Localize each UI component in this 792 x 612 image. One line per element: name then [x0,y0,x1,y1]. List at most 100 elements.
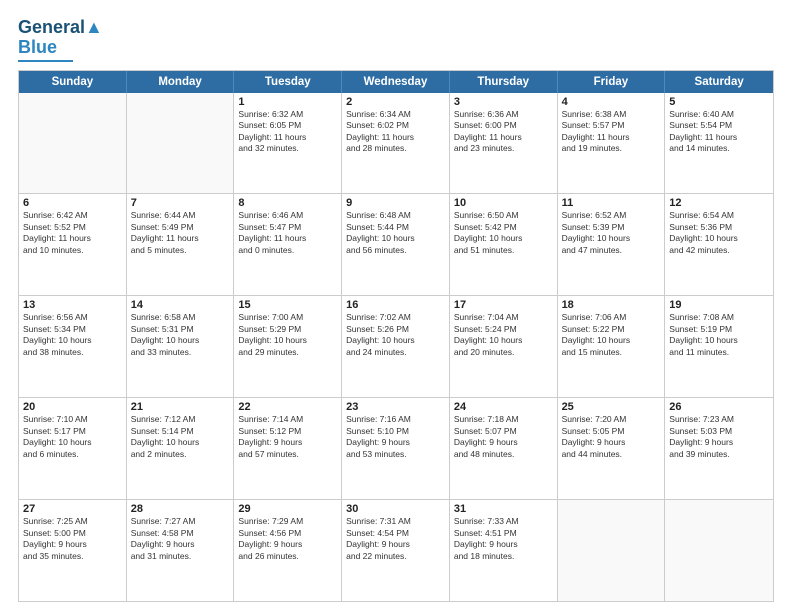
cell-text: Sunset: 5:05 PM [562,426,661,437]
cell-text: and 35 minutes. [23,551,122,562]
cell-text: and 33 minutes. [131,347,230,358]
calendar-cell: 21Sunrise: 7:12 AMSunset: 5:14 PMDayligh… [127,398,235,499]
weekday-header-sunday: Sunday [19,71,127,93]
day-number: 24 [454,401,553,413]
cell-text: and 10 minutes. [23,245,122,256]
cell-text: Daylight: 9 hours [346,437,445,448]
cell-text: and 5 minutes. [131,245,230,256]
day-number: 3 [454,96,553,108]
calendar-cell: 19Sunrise: 7:08 AMSunset: 5:19 PMDayligh… [665,296,773,397]
header: General▲ Blue [18,18,774,62]
cell-text: and 26 minutes. [238,551,337,562]
calendar-cell: 23Sunrise: 7:16 AMSunset: 5:10 PMDayligh… [342,398,450,499]
calendar-cell: 24Sunrise: 7:18 AMSunset: 5:07 PMDayligh… [450,398,558,499]
cell-text: and 51 minutes. [454,245,553,256]
cell-text: and 15 minutes. [562,347,661,358]
cell-text: Sunrise: 7:00 AM [238,312,337,323]
calendar-cell: 4Sunrise: 6:38 AMSunset: 5:57 PMDaylight… [558,93,666,194]
calendar-cell: 2Sunrise: 6:34 AMSunset: 6:02 PMDaylight… [342,93,450,194]
cell-text: Daylight: 10 hours [669,335,769,346]
cell-text: Sunset: 5:54 PM [669,120,769,131]
day-number: 19 [669,299,769,311]
page: General▲ Blue SundayMondayTuesdayWednesd… [0,0,792,612]
cell-text: and 2 minutes. [131,449,230,460]
calendar-row-0: 1Sunrise: 6:32 AMSunset: 6:05 PMDaylight… [19,93,773,194]
cell-text: Sunset: 5:52 PM [23,222,122,233]
day-number: 28 [131,503,230,515]
cell-text: Sunrise: 6:42 AM [23,210,122,221]
cell-text: Sunset: 5:57 PM [562,120,661,131]
cell-text: Sunset: 5:47 PM [238,222,337,233]
cell-text: Daylight: 10 hours [669,233,769,244]
cell-text: Sunrise: 7:10 AM [23,414,122,425]
cell-text: Sunset: 5:34 PM [23,324,122,335]
day-number: 15 [238,299,337,311]
calendar-cell [558,500,666,601]
calendar-cell: 31Sunrise: 7:33 AMSunset: 4:51 PMDayligh… [450,500,558,601]
cell-text: Sunset: 5:22 PM [562,324,661,335]
cell-text: Sunset: 6:02 PM [346,120,445,131]
cell-text: Sunset: 5:36 PM [669,222,769,233]
calendar-row-1: 6Sunrise: 6:42 AMSunset: 5:52 PMDaylight… [19,193,773,295]
cell-text: Sunset: 5:14 PM [131,426,230,437]
calendar-cell: 12Sunrise: 6:54 AMSunset: 5:36 PMDayligh… [665,194,773,295]
cell-text: Daylight: 10 hours [238,335,337,346]
cell-text: Daylight: 11 hours [238,233,337,244]
cell-text: Sunset: 6:00 PM [454,120,553,131]
cell-text: Sunrise: 6:58 AM [131,312,230,323]
cell-text: Sunrise: 7:06 AM [562,312,661,323]
weekday-header-thursday: Thursday [450,71,558,93]
day-number: 29 [238,503,337,515]
cell-text: Sunset: 5:19 PM [669,324,769,335]
day-number: 9 [346,197,445,209]
day-number: 17 [454,299,553,311]
cell-text: Sunrise: 7:08 AM [669,312,769,323]
cell-text: Sunset: 4:51 PM [454,528,553,539]
day-number: 25 [562,401,661,413]
cell-text: and 56 minutes. [346,245,445,256]
cell-text: Daylight: 9 hours [346,539,445,550]
cell-text: Sunset: 4:58 PM [131,528,230,539]
calendar-cell: 26Sunrise: 7:23 AMSunset: 5:03 PMDayligh… [665,398,773,499]
calendar-cell: 20Sunrise: 7:10 AMSunset: 5:17 PMDayligh… [19,398,127,499]
cell-text: Daylight: 9 hours [238,437,337,448]
weekday-header-monday: Monday [127,71,235,93]
cell-text: Sunset: 5:24 PM [454,324,553,335]
day-number: 31 [454,503,553,515]
calendar-header: SundayMondayTuesdayWednesdayThursdayFrid… [19,71,773,93]
cell-text: Daylight: 10 hours [454,335,553,346]
calendar-cell: 7Sunrise: 6:44 AMSunset: 5:49 PMDaylight… [127,194,235,295]
cell-text: Sunset: 5:31 PM [131,324,230,335]
calendar-cell: 18Sunrise: 7:06 AMSunset: 5:22 PMDayligh… [558,296,666,397]
calendar: SundayMondayTuesdayWednesdayThursdayFrid… [18,70,774,602]
day-number: 21 [131,401,230,413]
cell-text: Sunset: 5:44 PM [346,222,445,233]
cell-text: and 53 minutes. [346,449,445,460]
calendar-cell: 15Sunrise: 7:00 AMSunset: 5:29 PMDayligh… [234,296,342,397]
cell-text: and 0 minutes. [238,245,337,256]
calendar-cell [19,93,127,194]
calendar-body: 1Sunrise: 6:32 AMSunset: 6:05 PMDaylight… [19,93,773,601]
cell-text: Sunrise: 6:54 AM [669,210,769,221]
cell-text: and 32 minutes. [238,143,337,154]
weekday-header-friday: Friday [558,71,666,93]
cell-text: Sunset: 5:00 PM [23,528,122,539]
calendar-cell: 1Sunrise: 6:32 AMSunset: 6:05 PMDaylight… [234,93,342,194]
cell-text: Sunset: 5:26 PM [346,324,445,335]
cell-text: Daylight: 10 hours [562,233,661,244]
cell-text: Sunrise: 7:33 AM [454,516,553,527]
cell-text: Sunrise: 7:25 AM [23,516,122,527]
cell-text: Daylight: 11 hours [669,132,769,143]
calendar-cell: 16Sunrise: 7:02 AMSunset: 5:26 PMDayligh… [342,296,450,397]
cell-text: and 38 minutes. [23,347,122,358]
cell-text: Sunrise: 7:27 AM [131,516,230,527]
cell-text: Daylight: 9 hours [454,437,553,448]
cell-text: Sunrise: 6:32 AM [238,109,337,120]
cell-text: Daylight: 10 hours [454,233,553,244]
day-number: 11 [562,197,661,209]
day-number: 8 [238,197,337,209]
cell-text: Sunrise: 7:14 AM [238,414,337,425]
cell-text: Sunrise: 7:04 AM [454,312,553,323]
calendar-cell: 9Sunrise: 6:48 AMSunset: 5:44 PMDaylight… [342,194,450,295]
cell-text: and 24 minutes. [346,347,445,358]
